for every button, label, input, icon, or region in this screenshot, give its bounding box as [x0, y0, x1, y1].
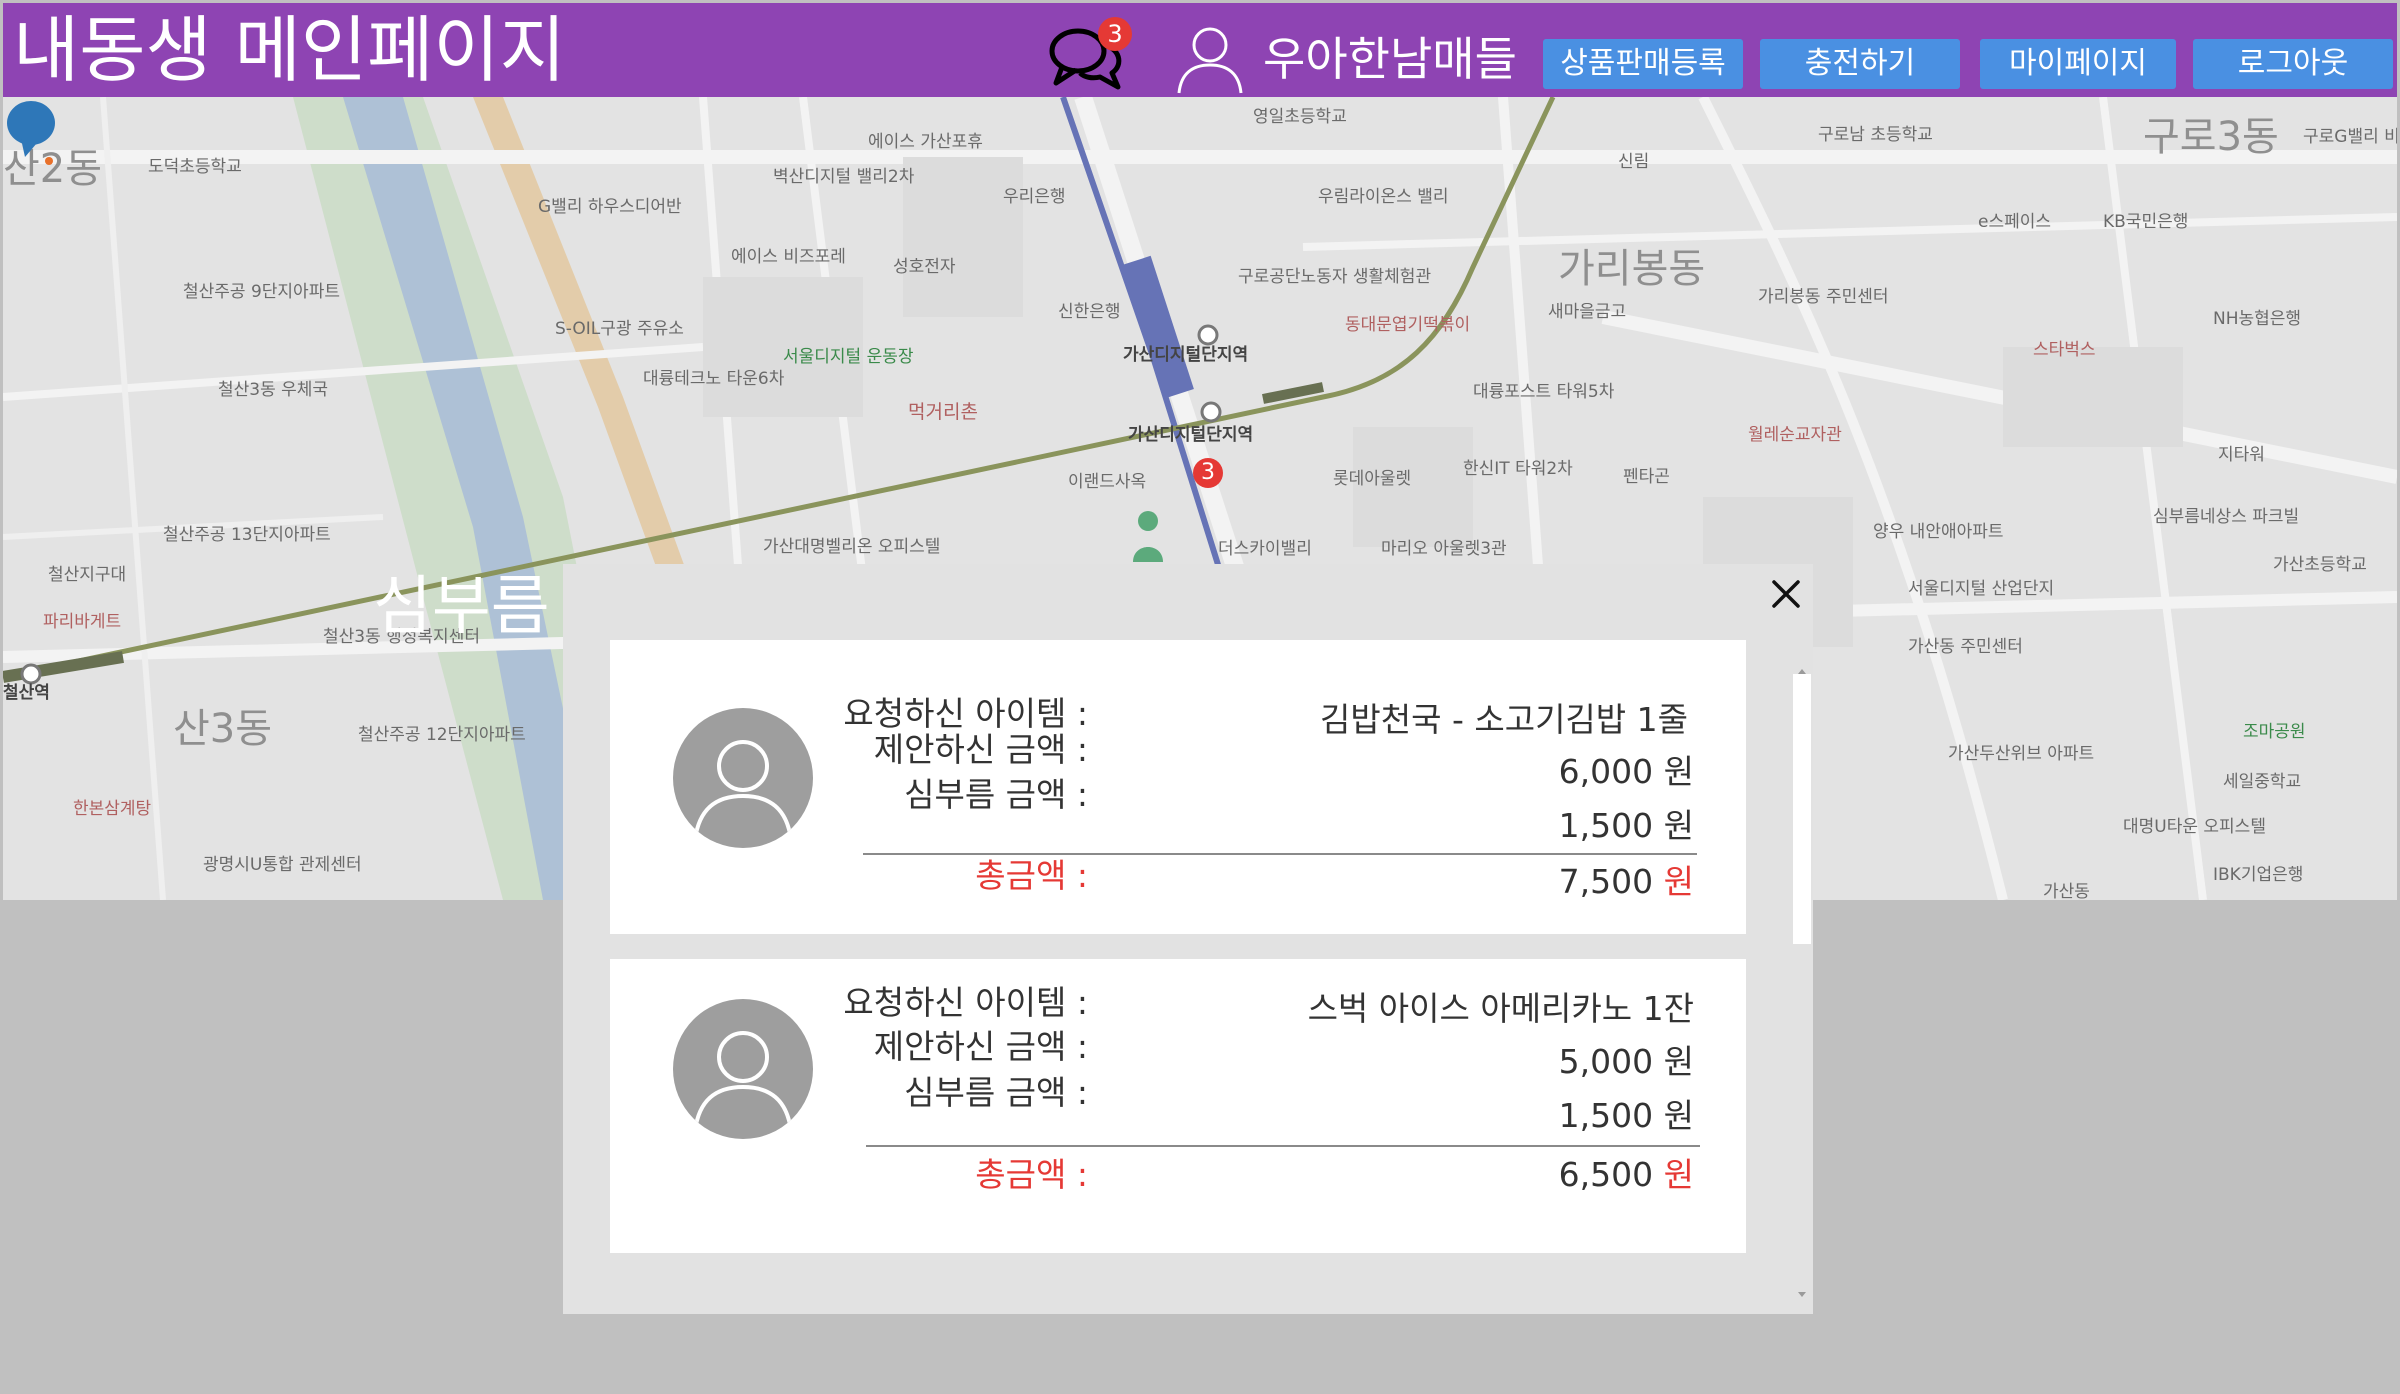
offer-amount-value: 6,000 원	[1558, 752, 1694, 791]
map-label: 한본삼계탕	[73, 799, 152, 819]
map-label: KB국민은행	[2103, 212, 2189, 232]
fee-amount-label: 심부름 금액 :	[904, 775, 1088, 814]
map-label: G밸리 하우스디어반	[538, 197, 682, 217]
map-label: 서울디지털 산업단지	[1908, 579, 2055, 599]
map-label: 철산3동 우체국	[218, 380, 329, 400]
total-amount-value: 6,500 원	[1558, 1155, 1694, 1194]
map-label: 가리봉동	[1558, 246, 1706, 292]
errand-card[interactable]: 요청하신 아이템 : 제안하신 금액 : 심부름 금액 : 김밥천국 - 소고기…	[610, 640, 1746, 934]
app-frame: 내동생 메인페이지 3 우아한남매들 상품판매등록 충전하기 마이페이지 로그아…	[0, 0, 2400, 1394]
top-header: 내동생 메인페이지 3 우아한남매들 상품판매등록 충전하기 마이페이지 로그아…	[3, 3, 2397, 97]
map-label: 가산두산위브 아파트	[1948, 744, 2095, 764]
map-label: IBK기업은행	[2213, 865, 2304, 885]
map-label: 가리봉동 주민센터	[1758, 287, 1889, 307]
total-amount-label: 총금액 :	[975, 1155, 1088, 1194]
map-label: 구로남 초등학교	[1818, 125, 1933, 145]
map-label: 영일초등학교	[1253, 107, 1347, 127]
offer-amount-label: 제안하신 금액 :	[873, 730, 1088, 769]
errand-pin-icon[interactable]	[3, 97, 63, 167]
avatar-icon	[673, 708, 813, 848]
map-label: 도덕초등학교	[148, 157, 242, 177]
map-label: 가산대명벨리온 오피스텔	[763, 537, 941, 557]
user-profile-icon[interactable]	[1173, 21, 1247, 95]
errand-list-modal: 요청하신 아이템 : 제안하신 금액 : 심부름 금액 : 김밥천국 - 소고기…	[563, 564, 1813, 1314]
map-label: 가산디지털단지역	[1123, 345, 1249, 365]
map-label: 가산초등학교	[2273, 555, 2367, 575]
map-label: 심부름네상스 파크빌	[2153, 507, 2300, 527]
total-amount-value: 7,500 원	[1558, 862, 1694, 901]
map-label: 구로G밸리 비즈플라자	[2303, 127, 2397, 147]
requested-item-value: 스벅 아이스 아메리카노 1잔	[1307, 989, 1694, 1028]
map-label: 신한은행	[1058, 302, 1121, 322]
map-label: 철산주공 12단지아파트	[358, 725, 526, 745]
map-label: 광명시U통합 관제센터	[203, 855, 362, 875]
username: 우아한남매들	[1263, 32, 1517, 86]
avatar-icon	[673, 999, 813, 1139]
map-label: 펜타곤	[1623, 467, 1670, 487]
map-label: NH농협은행	[2213, 309, 2302, 329]
map-label: 우리은행	[1003, 187, 1066, 207]
errand-card[interactable]: 요청하신 아이템 : 제안하신 금액 : 심부름 금액 : 스벅 아이스 아메리…	[610, 959, 1746, 1253]
map-label: 파리바게트	[43, 612, 122, 632]
map-label: 스타벅스	[2033, 340, 2096, 360]
scrollbar-thumb[interactable]	[1793, 674, 1811, 944]
map-label: 월레순교자관	[1748, 425, 1842, 445]
charge-button[interactable]: 충전하기	[1760, 39, 1960, 89]
map-label: 철산주공 9단지아파트	[183, 282, 340, 302]
map-label: 철산주공 13단지아파트	[163, 525, 331, 545]
pin-count-badge: 3	[1193, 458, 1223, 488]
map-label: 가산동	[2043, 882, 2090, 900]
map-label: 새마을금고	[1548, 302, 1627, 322]
map-label: 벽산디지털 밸리2차	[773, 167, 915, 187]
divider	[866, 1145, 1700, 1147]
map-label: 에이스 비즈포레	[731, 247, 846, 267]
map-label: 구로3동	[2143, 114, 2279, 160]
requested-item-label: 요청하신 아이템 :	[843, 694, 1088, 733]
map-label: 동대문엽기떡볶이	[1345, 315, 1471, 335]
map-label: 가산동 주민센터	[1908, 637, 2023, 657]
fee-amount-value: 1,500 원	[1558, 806, 1694, 845]
offer-amount-value: 5,000 원	[1558, 1042, 1694, 1081]
map-label: 에이스 가산포휴	[868, 132, 983, 152]
map-label: 철산역	[3, 683, 50, 703]
sell-register-button[interactable]: 상품판매등록	[1543, 39, 1743, 89]
map-label: 철산지구대	[48, 565, 127, 585]
map-label: 더스카이밸리	[1218, 539, 1312, 559]
map-label: 양우 내안애아파트	[1873, 522, 2004, 542]
logout-button[interactable]: 로그아웃	[2193, 39, 2393, 89]
offer-amount-label: 제안하신 금액 :	[873, 1027, 1088, 1066]
map-label: 대명U타운 오피스텔	[2123, 817, 2266, 837]
map-label: 가산디지털단지역	[1128, 425, 1254, 445]
map-label: 대륭테크노 타운6차	[643, 369, 785, 389]
map-label: 한신IT 타워2차	[1463, 459, 1573, 479]
map-label: 산3동	[173, 706, 273, 752]
map-label: 세일중학교	[2223, 772, 2302, 792]
page-title: 내동생 메인페이지	[13, 8, 566, 92]
close-icon[interactable]	[1768, 576, 1804, 612]
requested-item-value: 김밥천국 - 소고기김밥 1줄	[1320, 700, 1688, 739]
map-label: 신림	[1618, 152, 1650, 172]
map-label: 먹거리촌	[908, 401, 978, 423]
map-label: 구로공단노동자 생활체험관	[1238, 267, 1432, 287]
fee-amount-label: 심부름 금액 :	[904, 1073, 1088, 1112]
mypage-button[interactable]: 마이페이지	[1980, 39, 2176, 89]
fee-amount-value: 1,500 원	[1558, 1096, 1694, 1135]
chat-count-badge: 3	[1098, 17, 1132, 51]
map-label: 마리오 아울렛3관	[1381, 539, 1507, 559]
map-label: 지타워	[2218, 445, 2265, 465]
map-label: 서울디지털 운동장	[783, 347, 914, 367]
map-label: e스페이스	[1978, 212, 2052, 232]
total-amount-label: 총금액 :	[975, 856, 1088, 895]
map-label: S-OIL구광 주유소	[555, 319, 684, 339]
map-label: 이랜드사옥	[1068, 472, 1147, 492]
map-label: 조마공원	[2243, 722, 2306, 742]
map-label: 우림라이온스 밸리	[1318, 187, 1449, 207]
map-label: 대륭포스트 타워5차	[1473, 382, 1615, 402]
map-label: 롯데아울렛	[1333, 469, 1412, 489]
requested-item-label: 요청하신 아이템 :	[843, 983, 1088, 1022]
map-label: 성호전자	[893, 257, 956, 277]
divider	[863, 853, 1697, 855]
